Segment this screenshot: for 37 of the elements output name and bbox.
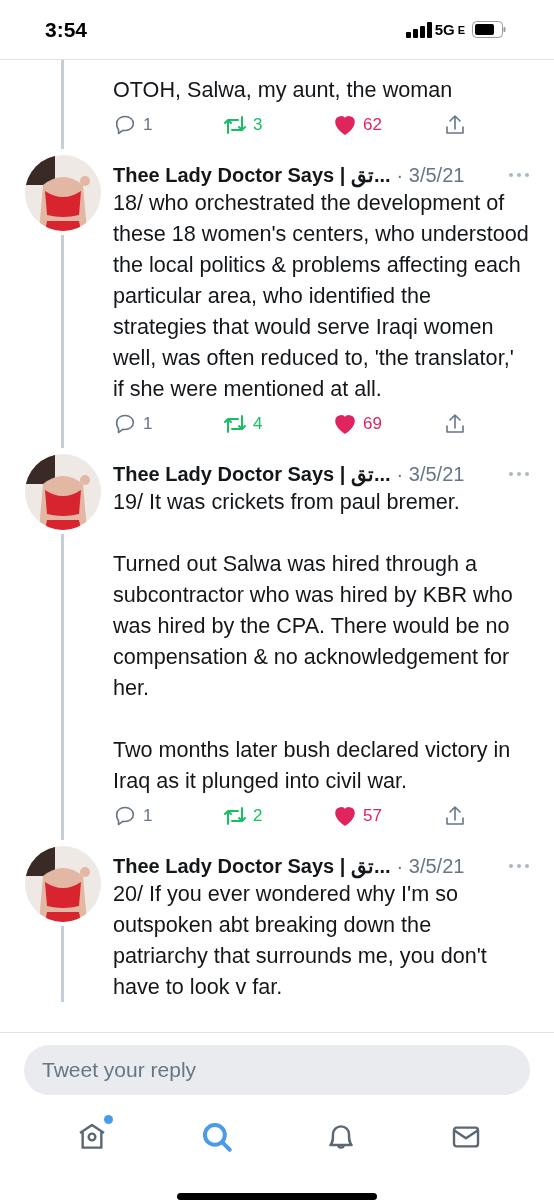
reply-icon[interactable] [113, 804, 137, 828]
reply-count: 1 [143, 115, 153, 135]
network-label: 5G [434, 21, 455, 38]
tweet-text: 19/ It was crickets from paul bremer. Turned out Salwa was hired through a subcontractor who was hired by KBR who was hired by the CPA. There would be no compensation & no acknowledgement for her. Two months later bush declared victory in Iraq as it plunged into civil war. [113, 488, 514, 795]
reply-count: 1 [143, 806, 153, 826]
tweet-date: · 3/5/21 [396, 854, 465, 878]
like-count: 62 [363, 115, 382, 135]
author-name[interactable]: Thee Lady Doctor Says | تق... [113, 854, 391, 878]
tweet-date: · 3/5/21 [396, 163, 465, 187]
reply-icon[interactable] [113, 113, 137, 137]
like-count: 57 [363, 806, 382, 826]
battery-icon [472, 21, 506, 38]
share-icon[interactable] [443, 412, 467, 436]
reply-icon[interactable] [113, 412, 137, 436]
tweet-text: OTOH, Salwa, my aunt, the woman [113, 76, 454, 104]
heart-icon[interactable] [333, 412, 357, 436]
signal-icon [405, 21, 432, 38]
author-name[interactable]: Thee Lady Doctor Says | تق... [113, 462, 391, 486]
retweet-count: 4 [253, 414, 263, 434]
retweet-count: 2 [253, 806, 263, 826]
network-suffix: E [457, 23, 465, 36]
retweet-count: 3 [253, 115, 263, 135]
heart-icon[interactable] [333, 804, 357, 828]
share-icon[interactable] [443, 804, 467, 828]
reply-field[interactable]: Tweet your reply [24, 1045, 530, 1095]
tweet-date: · 3/5/21 [396, 462, 465, 486]
retweet-icon[interactable] [223, 113, 247, 137]
tweet-text: 18/ who orchestrated the development of these 18 women's centers, who understood the local politics & problems affecting each particular area, who identified the strategies that would serve Iraqi women well, was often reduced to, 'the translator,' if she were mentioned at all. [113, 189, 530, 403]
like-count: 69 [363, 414, 382, 434]
heart-icon[interactable] [333, 113, 357, 137]
author-name[interactable]: Thee Lady Doctor Says | تق... [113, 163, 391, 187]
status-time: 3:54 [45, 17, 88, 42]
reply-count: 1 [143, 414, 153, 434]
retweet-icon[interactable] [223, 804, 247, 828]
retweet-icon[interactable] [223, 412, 247, 436]
tweet-text: 20/ If you ever wondered why I'm so outspoken abt breaking down the patriarchy that surrounds me, you don't have to look v far. [113, 880, 488, 1001]
share-icon[interactable] [443, 113, 467, 137]
